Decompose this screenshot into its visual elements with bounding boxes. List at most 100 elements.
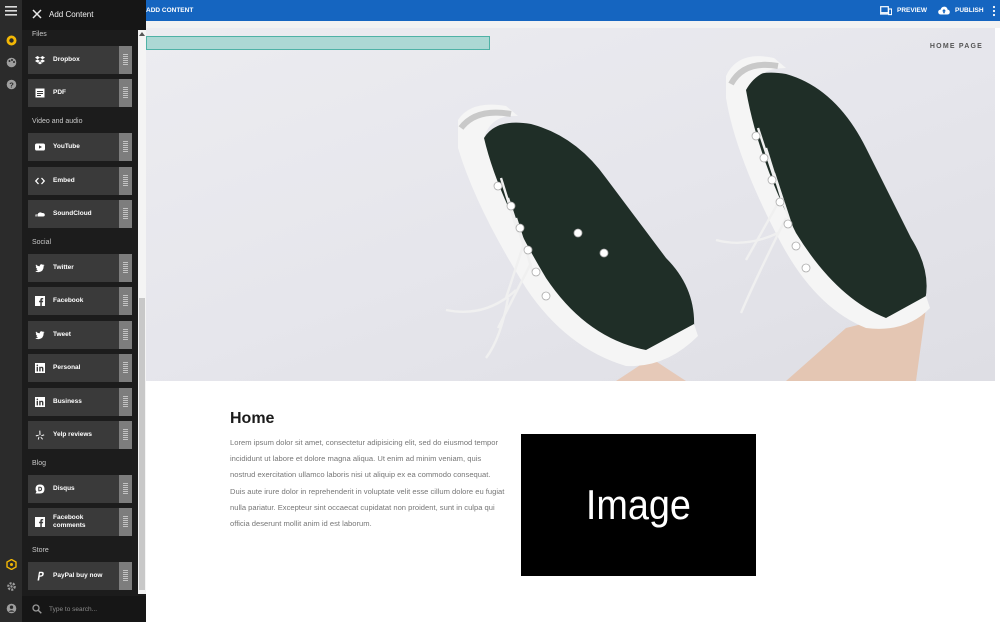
canvas-gutter [146,21,1000,28]
item-label: Yelp reviews [53,431,93,438]
gear-icon[interactable] [4,579,18,593]
drag-handle[interactable] [119,79,132,107]
item-label: PayPal buy now [53,572,103,579]
pdf-icon [35,88,45,98]
panel-search [22,596,146,622]
scrollbar-thumb[interactable] [139,298,145,590]
paypal-icon [37,571,44,581]
item-label: Personal [53,364,81,371]
add-content-panel: Add Content Files Dropbox PDF Video and … [22,0,146,622]
left-rail: ? [0,0,22,622]
svg-text:?: ? [9,80,14,89]
item-label: Business [53,398,82,405]
logo-icon[interactable] [4,33,18,47]
image-placeholder-label: Image [585,481,692,528]
linkedin-icon [35,397,45,407]
search-icon [32,604,42,614]
help-icon[interactable]: ? [4,77,18,91]
content-item-business[interactable]: Business [28,388,132,416]
content-item-disqus[interactable]: Disqus [28,475,132,503]
facebook-icon [35,517,45,527]
hero-image[interactable]: HOME PAGE [146,28,995,381]
app-window: ? Add Content Files Dropbox PDF Video an… [0,0,1000,622]
section-video-audio-label: Video and audio [32,118,83,125]
youtube-icon [35,143,45,151]
selection-highlight-bar[interactable] [146,36,490,50]
section-social-label: Social [32,239,52,246]
drag-handle[interactable] [119,167,132,195]
content-item-facebook[interactable]: Facebook [28,287,132,315]
content-item-twitter[interactable]: Twitter [28,254,132,282]
drag-handle[interactable] [119,508,132,536]
drag-handle[interactable] [119,354,132,382]
palette-icon[interactable] [4,55,18,69]
section-store-label: Store [32,547,49,554]
content-item-personal[interactable]: Personal [28,354,132,382]
cloud-upload-icon [938,6,950,15]
section-files-label: Files [32,31,47,38]
publish-label: PUBLISH [955,7,984,14]
image-placeholder[interactable]: Image [521,434,756,576]
disqus-icon [35,484,45,494]
drag-handle[interactable] [119,254,132,282]
drag-handle[interactable] [119,321,132,349]
drag-handle[interactable] [119,421,132,449]
item-label: YouTube [53,143,80,150]
item-label: Facebook comments [53,514,86,529]
preview-button[interactable]: PREVIEW [880,4,927,17]
devices-icon [880,5,892,15]
menu-icon[interactable] [4,4,18,18]
drag-handle[interactable] [119,562,132,590]
scroll-up-arrow-icon[interactable] [139,32,145,36]
linkedin-icon [35,363,45,373]
tweet-icon [35,331,45,340]
item-label: Twitter [53,264,74,271]
item-label: Facebook [53,297,84,304]
body-text: Lorem ipsum dolor sit amet, consectetur … [230,438,505,529]
item-label: Dropbox [53,56,80,63]
panel-title: Add Content [49,10,94,19]
content-item-tweet[interactable]: Tweet [28,321,132,349]
item-label: Embed [53,177,75,184]
top-toolbar: ADD CONTENT PREVIEW PUBLISH [146,0,1000,21]
item-label: PDF [53,89,66,96]
panel-scrollbar[interactable] [138,30,146,594]
more-vert-icon[interactable] [992,5,996,17]
content-item-yelp-reviews[interactable]: Yelp reviews [28,421,132,449]
content-list: Files Dropbox PDF Video and audio YouTub… [22,30,146,594]
twitter-icon [35,264,45,273]
drag-handle[interactable] [119,475,132,503]
preview-label: PREVIEW [897,7,927,14]
content-item-dropbox[interactable]: Dropbox [28,46,132,74]
section-blog-label: Blog [32,460,47,467]
soundcloud-icon [35,212,45,217]
toolbar-title: ADD CONTENT [146,7,194,14]
drag-handle[interactable] [119,200,132,228]
content-item-soundcloud[interactable]: SoundCloud [28,200,132,228]
item-label: SoundCloud [53,210,92,217]
yelp-icon [35,430,45,440]
nav-home-page[interactable]: HOME PAGE [930,43,983,50]
dropbox-icon [35,56,45,65]
drag-handle[interactable] [119,287,132,315]
content-item-pdf[interactable]: PDF [28,79,132,107]
item-label: Disqus [53,485,75,492]
drag-handle[interactable] [119,46,132,74]
publish-button[interactable]: PUBLISH [938,4,984,17]
item-label: Tweet [53,331,71,338]
account-icon[interactable] [4,601,18,615]
close-icon[interactable] [31,8,43,20]
sneakers-illustration [445,56,930,381]
content-item-youtube[interactable]: YouTube [28,133,132,161]
drag-handle[interactable] [119,133,132,161]
content-item-paypal-buy-now[interactable]: PayPal buy now [28,562,132,590]
cube-icon[interactable] [4,557,18,571]
content-item-facebook-comments[interactable]: Facebook comments [28,508,132,536]
drag-handle[interactable] [119,388,132,416]
content-item-embed[interactable]: Embed [28,167,132,195]
embed-code-icon [35,177,45,185]
page-heading: Home [230,410,275,427]
panel-header: Add Content [22,0,146,30]
search-input[interactable] [49,603,139,615]
facebook-icon [35,296,45,306]
